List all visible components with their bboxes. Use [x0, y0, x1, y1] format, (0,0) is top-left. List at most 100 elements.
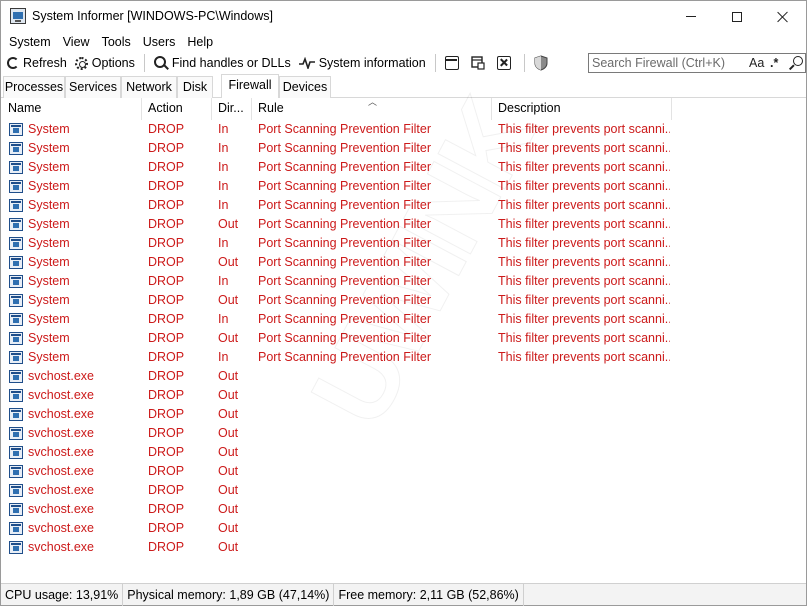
menu-users[interactable]: Users: [137, 32, 182, 52]
cell-rule: Port Scanning Prevention Filter: [258, 293, 432, 307]
cell-rule: Port Scanning Prevention Filter: [258, 179, 432, 193]
tab-disk[interactable]: Disk: [177, 76, 213, 98]
cell-rule: [258, 443, 490, 462]
firewall-list[interactable]: Name Action Dir... Rule Description ︿ Sy…: [2, 98, 805, 563]
process-icon: [9, 408, 23, 421]
find-window-button[interactable]: [467, 52, 493, 74]
cell-description: [498, 519, 670, 538]
menu-tools[interactable]: Tools: [96, 32, 137, 52]
process-icon: [9, 256, 23, 269]
cell-name: System: [28, 236, 70, 250]
column-header-action[interactable]: Action: [142, 98, 212, 120]
table-row[interactable]: svchost.exe DROP Out: [2, 500, 805, 519]
cell-rule: Port Scanning Prevention Filter: [258, 331, 432, 345]
minimize-button[interactable]: [668, 1, 714, 32]
table-row[interactable]: svchost.exe DROP Out: [2, 443, 805, 462]
menu-help[interactable]: Help: [181, 32, 219, 52]
search-icon[interactable]: [789, 56, 804, 71]
table-row[interactable]: svchost.exe DROP Out: [2, 538, 805, 557]
table-row[interactable]: System DROP In Port Scanning Prevention Fil…: [2, 348, 805, 367]
cell-name: System: [28, 179, 70, 193]
cell-action: DROP: [148, 407, 185, 421]
table-row[interactable]: System DROP In Port Scanning Prevention Fil…: [2, 272, 805, 291]
table-row[interactable]: System DROP In Port Scanning Prevention Fil…: [2, 234, 805, 253]
physical-memory: Physical memory: 1,89 GB (47,14%): [123, 583, 335, 606]
cell-action: DROP: [148, 217, 185, 231]
cell-direction: Out: [218, 426, 239, 440]
table-row[interactable]: svchost.exe DROP Out: [2, 519, 805, 538]
cell-description: [498, 500, 670, 519]
menu-system[interactable]: System: [3, 32, 57, 52]
cell-rule: Port Scanning Prevention Filter: [258, 274, 432, 288]
cell-action: DROP: [148, 198, 185, 212]
cell-action: DROP: [148, 502, 185, 516]
table-row[interactable]: System DROP In Port Scanning Prevention Fil…: [2, 177, 805, 196]
cell-direction: Out: [218, 521, 239, 535]
cell-name: System: [28, 198, 70, 212]
maximize-icon: [732, 11, 742, 22]
table-row[interactable]: svchost.exe DROP Out: [2, 424, 805, 443]
table-row[interactable]: System DROP Out Port Scanning Prevention Fi…: [2, 215, 805, 234]
cell-action: DROP: [148, 160, 185, 174]
free-memory: Free memory: 2,11 GB (52,86%): [334, 583, 524, 606]
maximize-button[interactable]: [714, 1, 760, 32]
close-icon: [777, 11, 789, 23]
find-handles-button[interactable]: Find handles or DLLs: [150, 52, 295, 74]
column-header-description[interactable]: Description: [492, 98, 672, 120]
options-button[interactable]: Options: [71, 52, 139, 74]
table-row[interactable]: System DROP Out Port Scanning Prevention Fi…: [2, 329, 805, 348]
tab-firewall[interactable]: Firewall: [221, 74, 279, 99]
table-row[interactable]: System DROP In Port Scanning Prevention Fil…: [2, 120, 805, 139]
cell-description: [498, 386, 670, 405]
system-information-button[interactable]: System information: [295, 52, 430, 74]
menu-view[interactable]: View: [57, 32, 96, 52]
process-icon: [9, 218, 23, 231]
shield-button[interactable]: [530, 52, 556, 74]
match-case-toggle[interactable]: Aa: [749, 55, 764, 71]
cell-direction: Out: [218, 540, 239, 554]
cell-name: System: [28, 122, 70, 136]
table-row[interactable]: svchost.exe DROP Out: [2, 405, 805, 424]
cell-name: System: [28, 160, 70, 174]
list-header: Name Action Dir... Rule Description ︿: [2, 98, 805, 120]
refresh-button[interactable]: Refresh: [3, 52, 71, 74]
cell-direction: In: [218, 312, 229, 326]
table-row[interactable]: System DROP In Port Scanning Prevention Fil…: [2, 196, 805, 215]
tab-services[interactable]: Services: [65, 76, 121, 98]
search-input[interactable]: [592, 55, 742, 71]
cell-name: System: [28, 312, 70, 326]
close-window-button[interactable]: [493, 52, 519, 74]
list-rows: System DROP In Port Scanning Prevention Fil…: [2, 120, 805, 557]
cell-rule: [258, 481, 490, 500]
find-window-icon: [470, 56, 485, 70]
cell-name: svchost.exe: [28, 407, 95, 421]
column-header-name[interactable]: Name: [2, 98, 142, 120]
table-row[interactable]: System DROP In Port Scanning Prevention Fil…: [2, 158, 805, 177]
cell-action: DROP: [148, 369, 185, 383]
cell-direction: Out: [218, 388, 239, 402]
table-row[interactable]: svchost.exe DROP Out: [2, 367, 805, 386]
cell-name: svchost.exe: [28, 426, 95, 440]
column-header-direction[interactable]: Dir...: [212, 98, 252, 120]
table-row[interactable]: svchost.exe DROP Out: [2, 386, 805, 405]
cell-description: This filter prevents port scanni...: [498, 160, 670, 174]
cell-action: DROP: [148, 293, 185, 307]
regex-toggle[interactable]: .*: [770, 55, 778, 71]
table-row[interactable]: System DROP Out Port Scanning Prevention Fi…: [2, 291, 805, 310]
process-icon: [9, 446, 23, 459]
window-button[interactable]: [441, 52, 467, 74]
tab-devices[interactable]: Devices: [279, 76, 331, 98]
table-row[interactable]: System DROP In Port Scanning Prevention Fil…: [2, 139, 805, 158]
cell-name: svchost.exe: [28, 369, 95, 383]
tab-processes[interactable]: Processes: [3, 76, 65, 98]
main-window: System Informer [WINDOWS-PC\Windows] Sys…: [0, 0, 807, 606]
table-row[interactable]: svchost.exe DROP Out: [2, 462, 805, 481]
close-button[interactable]: [760, 1, 806, 32]
process-icon: [9, 522, 23, 535]
table-row[interactable]: svchost.exe DROP Out: [2, 481, 805, 500]
title-bar: System Informer [WINDOWS-PC\Windows]: [1, 1, 806, 32]
table-row[interactable]: System DROP In Port Scanning Prevention Fil…: [2, 310, 805, 329]
tab-network[interactable]: Network: [121, 76, 177, 98]
table-row[interactable]: System DROP Out Port Scanning Prevention Fi…: [2, 253, 805, 272]
cell-description: [498, 405, 670, 424]
